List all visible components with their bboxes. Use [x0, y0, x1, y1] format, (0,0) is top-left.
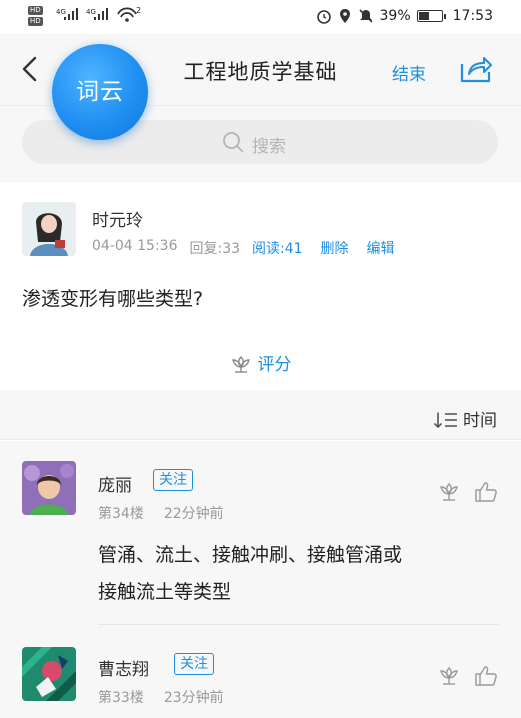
- battery-percent: 39%: [379, 8, 411, 24]
- reply-meta: 第33楼 23分钟前: [98, 687, 224, 707]
- author-photo: [22, 202, 76, 256]
- clock: 17:53: [452, 8, 493, 24]
- follow-button[interactable]: 关注: [153, 469, 193, 491]
- flower-icon: [231, 356, 250, 373]
- reply-time: 23分钟前: [163, 690, 224, 706]
- reply-time: 22分钟前: [163, 506, 224, 522]
- sort-icon: [434, 412, 457, 428]
- search-placeholder: 搜索: [252, 137, 286, 157]
- reply-actions: [438, 665, 498, 687]
- question-text: 渗透变形有哪些类型?: [22, 288, 204, 310]
- edit-button[interactable]: 编辑: [367, 238, 395, 258]
- read-count[interactable]: 阅读:41: [252, 238, 303, 258]
- topic-post: 时元玲 04-04 15:36 回复:33 阅读:41 删除 编辑 渗透变形有哪…: [0, 182, 521, 390]
- wifi-icon: [117, 7, 137, 22]
- status-bar: HD HD 4G 4G 2 39% 17:53: [0, 0, 521, 34]
- reply-item: 庞丽 关注 第34楼 22分钟前 管涌、流土、接触冲刷、接触管涌或 接触流土等类型: [0, 441, 521, 625]
- reply-meta: 第34楼 22分钟前: [98, 503, 224, 523]
- follow-button[interactable]: 关注: [174, 653, 214, 675]
- sim2-badge: HD: [28, 17, 43, 26]
- rate-button[interactable]: 评分: [0, 350, 521, 375]
- battery-icon: [416, 10, 446, 22]
- reply-count: 回复:33: [189, 241, 241, 257]
- post-datetime: 04-04 15:36: [92, 238, 178, 254]
- reply-avatar-photo: [22, 647, 76, 701]
- reply-author-name[interactable]: 庞丽: [98, 471, 132, 496]
- reply-content: 管涌、流土、接触冲刷、接触管涌或 接触流土等类型: [98, 537, 498, 611]
- location-icon: [339, 9, 350, 23]
- sort-label: 时间: [463, 411, 497, 431]
- status-right: 39% 17:53: [316, 8, 493, 24]
- reply-floor: 第34楼: [98, 506, 144, 522]
- wifi-badge: 2: [136, 6, 142, 15]
- flower-rate-icon[interactable]: [438, 481, 460, 503]
- sort-bar: 时间: [0, 390, 521, 440]
- signal1-icon: [64, 8, 78, 20]
- end-button[interactable]: 结束: [392, 60, 426, 85]
- word-cloud-button[interactable]: 词云: [52, 44, 148, 140]
- author-avatar[interactable]: [22, 202, 76, 256]
- like-icon[interactable]: [474, 481, 498, 503]
- reply-content-line1: 管涌、流土、接触冲刷、接触管涌或: [98, 544, 403, 566]
- mute-icon: [358, 9, 373, 23]
- author-name[interactable]: 时元玲: [92, 206, 143, 231]
- flower-rate-icon[interactable]: [438, 665, 460, 687]
- post-meta: 04-04 15:36 回复:33 阅读:41 删除 编辑: [92, 238, 395, 258]
- like-icon[interactable]: [474, 665, 498, 687]
- alarm-icon: [316, 10, 331, 24]
- rate-label: 评分: [257, 355, 292, 375]
- search-icon: [223, 132, 244, 153]
- reply-item: 曹志翔 关注 第33楼 23分钟前: [0, 625, 521, 718]
- reply-avatar[interactable]: [22, 647, 76, 701]
- reply-floor: 第33楼: [98, 690, 144, 706]
- reply-content-line2: 接触流土等类型: [98, 581, 232, 603]
- sort-by-time-button[interactable]: 时间: [433, 406, 497, 431]
- reply-author-name[interactable]: 曹志翔: [98, 655, 149, 680]
- sim1-badge: HD: [28, 6, 43, 15]
- reply-avatar[interactable]: [22, 461, 76, 515]
- reply-avatar-photo: [22, 461, 76, 515]
- signal2-icon: [94, 8, 108, 20]
- reply-actions: [438, 481, 498, 503]
- share-icon[interactable]: [459, 54, 493, 84]
- delete-button[interactable]: 删除: [321, 238, 349, 258]
